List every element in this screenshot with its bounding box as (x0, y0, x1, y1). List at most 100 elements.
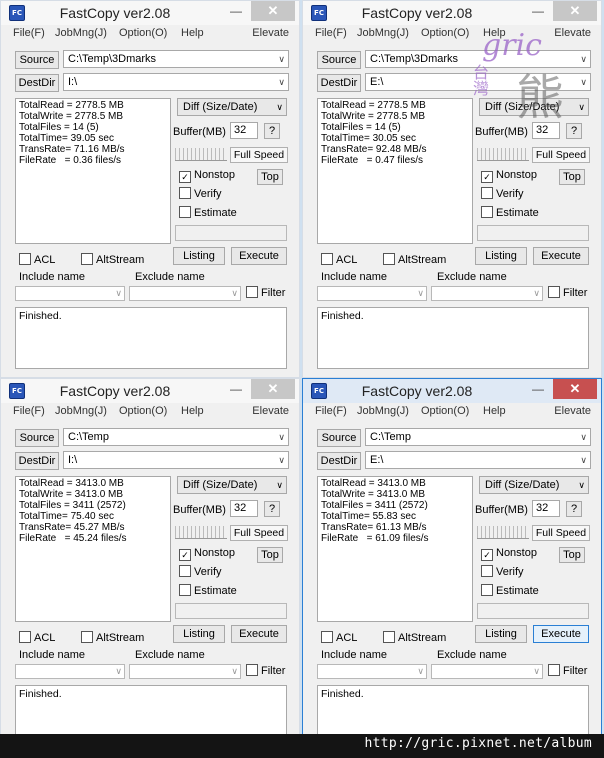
chevron-down-icon[interactable]: ∨ (278, 74, 285, 90)
menu-help[interactable]: Help (483, 405, 506, 417)
checkbox-icon[interactable] (481, 565, 493, 577)
destdir-button[interactable]: DestDir (15, 74, 59, 92)
menu-elevate[interactable]: Elevate (554, 405, 591, 417)
help-button[interactable]: ? (566, 501, 582, 517)
execute-button[interactable]: Execute (533, 625, 589, 643)
checkbox-icon[interactable] (481, 584, 493, 596)
include-name-combo[interactable]: ∨ (15, 664, 125, 679)
checkbox-icon[interactable] (383, 631, 395, 643)
chevron-down-icon[interactable]: ∨ (276, 477, 283, 493)
speed-slider[interactable] (175, 148, 227, 161)
title-bar[interactable]: FC FastCopy ver2.08 — ✕ (1, 379, 299, 403)
verify-checkbox[interactable]: Verify (481, 565, 524, 579)
menu-jobmng[interactable]: JobMng(J) (357, 405, 409, 417)
buffer-input[interactable]: 32 (230, 500, 258, 517)
close-button[interactable]: ✕ (553, 379, 597, 399)
filter-checkbox[interactable]: Filter (548, 286, 587, 300)
destdir-button[interactable]: DestDir (15, 452, 59, 470)
exclude-name-combo[interactable]: ∨ (129, 286, 241, 301)
chevron-down-icon[interactable]: ∨ (417, 666, 424, 677)
close-button[interactable]: ✕ (553, 1, 597, 21)
checkbox-icon[interactable] (179, 206, 191, 218)
close-button[interactable]: ✕ (251, 379, 295, 399)
menu-jobmng[interactable]: JobMng(J) (357, 27, 409, 39)
altstream-checkbox[interactable]: AltStream (81, 253, 144, 267)
chevron-down-icon[interactable]: ∨ (115, 666, 122, 677)
top-button[interactable]: Top (559, 169, 585, 185)
source-path-combo[interactable]: C:\Temp ∨ (63, 428, 289, 446)
execute-button[interactable]: Execute (533, 247, 589, 265)
checkbox-icon[interactable] (246, 664, 258, 676)
speed-slider[interactable] (477, 148, 529, 161)
acl-checkbox[interactable]: ACL (321, 253, 357, 267)
chevron-down-icon[interactable]: ∨ (276, 99, 283, 115)
chevron-down-icon[interactable]: ∨ (231, 288, 238, 299)
top-button[interactable]: Top (559, 547, 585, 563)
menu-elevate[interactable]: Elevate (252, 27, 289, 39)
chevron-down-icon[interactable]: ∨ (231, 666, 238, 677)
menu-file[interactable]: File(F) (13, 27, 45, 39)
minimize-button[interactable]: — (225, 3, 247, 21)
altstream-checkbox[interactable]: AltStream (383, 631, 446, 645)
checkbox-icon[interactable] (246, 286, 258, 298)
buffer-input[interactable]: 32 (532, 500, 560, 517)
help-button[interactable]: ? (264, 501, 280, 517)
estimate-checkbox[interactable]: Estimate (481, 206, 539, 220)
dest-path-combo[interactable]: I:\ ∨ (63, 73, 289, 91)
listing-button[interactable]: Listing (475, 247, 527, 265)
chevron-down-icon[interactable]: ∨ (578, 99, 585, 115)
chevron-down-icon[interactable]: ∨ (278, 452, 285, 468)
checkbox-checked-icon[interactable]: ✓ (179, 549, 191, 561)
menu-jobmng[interactable]: JobMng(J) (55, 27, 107, 39)
acl-checkbox[interactable]: ACL (321, 631, 357, 645)
filter-checkbox[interactable]: Filter (548, 664, 587, 678)
destdir-button[interactable]: DestDir (317, 452, 361, 470)
menu-jobmng[interactable]: JobMng(J) (55, 405, 107, 417)
speed-slider[interactable] (477, 526, 529, 539)
source-button[interactable]: Source (15, 429, 59, 447)
top-button[interactable]: Top (257, 169, 283, 185)
menu-help[interactable]: Help (181, 405, 204, 417)
checkbox-icon[interactable] (548, 286, 560, 298)
source-button[interactable]: Source (15, 51, 59, 69)
listing-button[interactable]: Listing (173, 625, 225, 643)
execute-button[interactable]: Execute (231, 247, 287, 265)
verify-checkbox[interactable]: Verify (481, 187, 524, 201)
execute-button[interactable]: Execute (231, 625, 287, 643)
verify-checkbox[interactable]: Verify (179, 187, 222, 201)
checkbox-icon[interactable] (19, 631, 31, 643)
menu-help[interactable]: Help (181, 27, 204, 39)
chevron-down-icon[interactable]: ∨ (278, 429, 285, 445)
filter-checkbox[interactable]: Filter (246, 664, 285, 678)
nonstop-checkbox[interactable]: ✓ Nonstop (179, 547, 235, 561)
dest-path-combo[interactable]: E:\ ∨ (365, 451, 591, 469)
checkbox-checked-icon[interactable]: ✓ (481, 549, 493, 561)
checkbox-icon[interactable] (481, 206, 493, 218)
checkbox-icon[interactable] (321, 631, 333, 643)
top-button[interactable]: Top (257, 547, 283, 563)
source-path-combo[interactable]: C:\Temp\3Dmarks ∨ (365, 50, 591, 68)
checkbox-icon[interactable] (19, 253, 31, 265)
menu-elevate[interactable]: Elevate (554, 27, 591, 39)
minimize-button[interactable]: — (527, 3, 549, 21)
chevron-down-icon[interactable]: ∨ (278, 51, 285, 67)
checkbox-icon[interactable] (81, 253, 93, 265)
dest-path-combo[interactable]: I:\ ∨ (63, 451, 289, 469)
chevron-down-icon[interactable]: ∨ (580, 74, 587, 90)
chevron-down-icon[interactable]: ∨ (533, 288, 540, 299)
acl-checkbox[interactable]: ACL (19, 631, 55, 645)
estimate-checkbox[interactable]: Estimate (179, 584, 237, 598)
checkbox-icon[interactable] (179, 584, 191, 596)
checkbox-icon[interactable] (548, 664, 560, 676)
minimize-button[interactable]: — (225, 381, 247, 399)
title-bar[interactable]: FC FastCopy ver2.08 — ✕ (303, 1, 601, 25)
menu-option[interactable]: Option(O) (119, 405, 167, 417)
chevron-down-icon[interactable]: ∨ (580, 429, 587, 445)
menu-file[interactable]: File(F) (13, 405, 45, 417)
copy-mode-select[interactable]: Diff (Size/Date) ∨ (479, 476, 589, 494)
nonstop-checkbox[interactable]: ✓ Nonstop (481, 547, 537, 561)
menu-option[interactable]: Option(O) (421, 27, 469, 39)
destdir-button[interactable]: DestDir (317, 74, 361, 92)
chevron-down-icon[interactable]: ∨ (533, 666, 540, 677)
copy-mode-select[interactable]: Diff (Size/Date) ∨ (479, 98, 589, 116)
